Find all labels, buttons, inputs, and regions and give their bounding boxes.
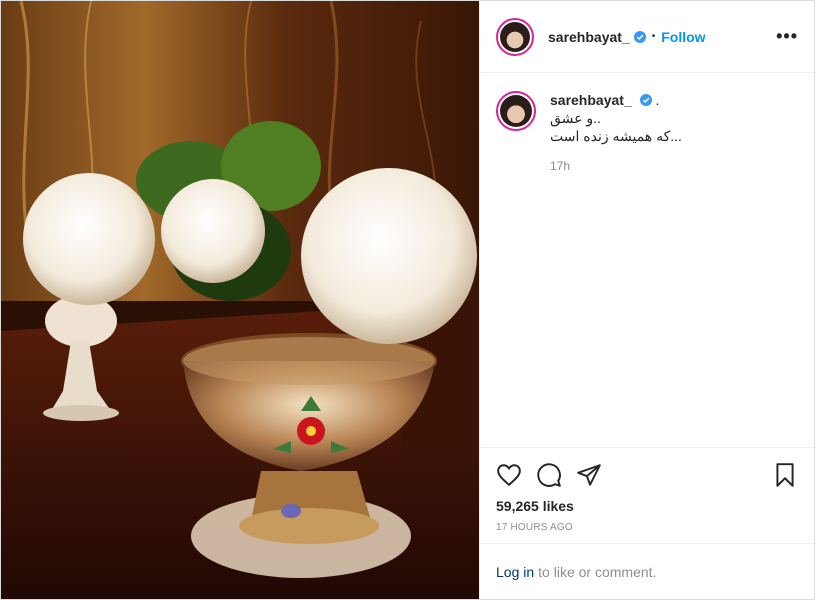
likes-count[interactable]: 59,265 likes xyxy=(496,498,798,514)
caption-text-1: . xyxy=(655,92,660,108)
caption-text-3: ...که همیشه زنده است xyxy=(550,128,682,144)
post-timestamp[interactable]: 17 HOURS AGO xyxy=(496,522,798,533)
separator-dot: • xyxy=(651,31,656,42)
caption-first-line: sarehbayat_ . xyxy=(550,91,682,109)
caption-text-2: ..و عشق xyxy=(550,110,601,126)
caption-time[interactable]: 17h xyxy=(550,157,682,175)
verified-badge-icon xyxy=(633,30,646,43)
post-sidebar: sarehbayat_ • Follow ••• sarehbayat_ . .… xyxy=(479,1,814,599)
bookmark-icon[interactable] xyxy=(772,462,798,488)
heart-icon[interactable] xyxy=(496,462,522,488)
username-link[interactable]: sarehbayat_ xyxy=(548,29,630,45)
photo-illustration xyxy=(1,1,479,599)
post-actions: 59,265 likes 17 HOURS AGO xyxy=(480,447,814,543)
post-photo[interactable] xyxy=(1,1,479,599)
avatar[interactable] xyxy=(496,17,534,56)
caption: sarehbayat_ . ..و عشق ...که همیشه زنده ا… xyxy=(496,91,798,175)
caption-avatar[interactable] xyxy=(496,91,536,131)
more-icon[interactable]: ••• xyxy=(776,26,798,47)
login-prompt: to like or comment. xyxy=(538,563,657,580)
login-link[interactable]: Log in xyxy=(496,564,534,580)
follow-button[interactable]: Follow xyxy=(661,29,705,45)
comment-icon[interactable] xyxy=(536,462,562,488)
share-icon[interactable] xyxy=(576,462,602,488)
action-icons xyxy=(496,456,798,494)
post-modal: sarehbayat_ • Follow ••• sarehbayat_ . .… xyxy=(0,0,815,600)
comments-area: sarehbayat_ . ..و عشق ...که همیشه زنده ا… xyxy=(480,73,814,447)
login-bar: Log in to like or comment. xyxy=(480,543,814,599)
post-header: sarehbayat_ • Follow ••• xyxy=(480,1,814,73)
verified-badge-icon xyxy=(639,94,652,106)
caption-username[interactable]: sarehbayat_ xyxy=(550,92,632,108)
caption-body: sarehbayat_ . ..و عشق ...که همیشه زنده ا… xyxy=(550,91,682,175)
